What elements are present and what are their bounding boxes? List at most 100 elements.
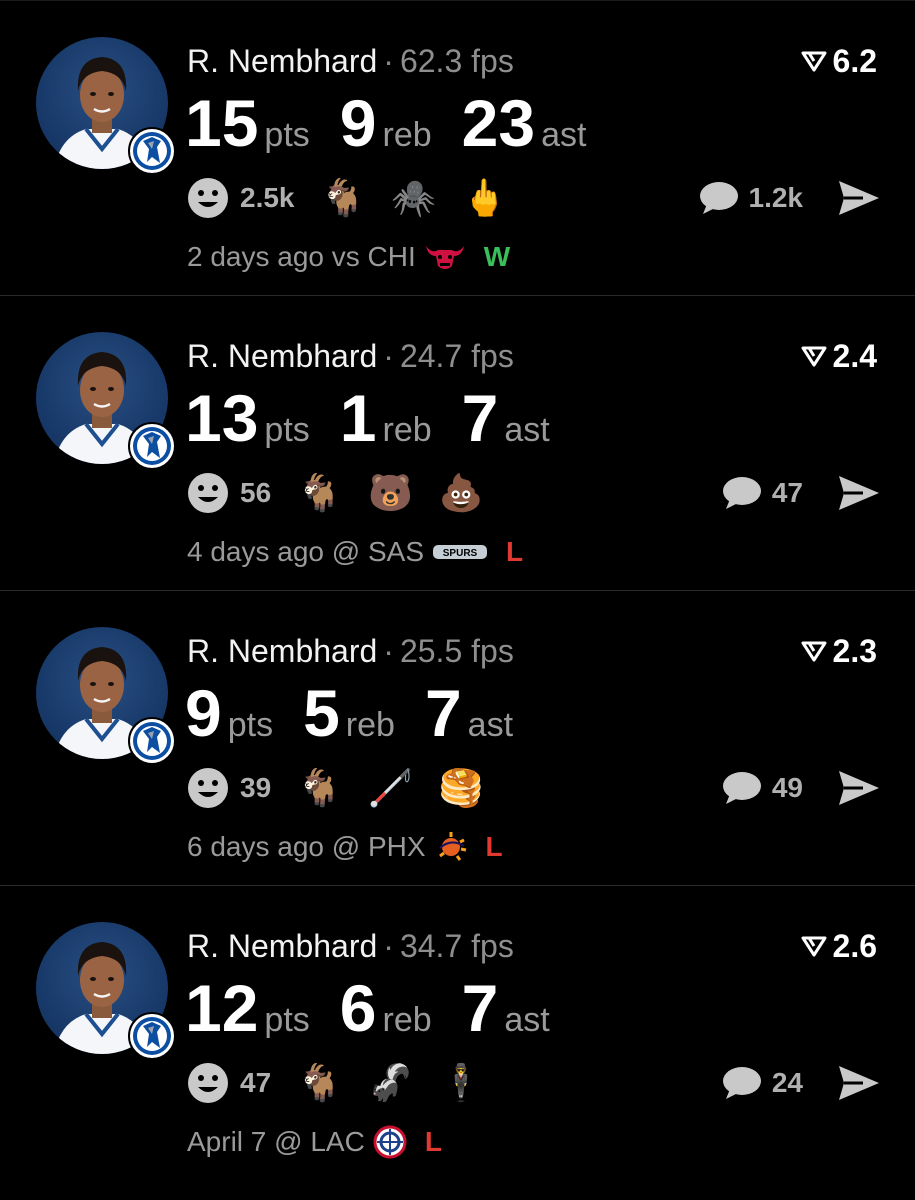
score-badge: 2.6 bbox=[801, 926, 877, 966]
fps-value: 25.5 fps bbox=[399, 633, 514, 669]
reaction-emoji-1[interactable]: 🐐 bbox=[297, 470, 342, 516]
score-chevron-icon bbox=[801, 936, 827, 957]
reaction-count: 2.5k bbox=[240, 182, 295, 213]
mavericks-logo-icon bbox=[128, 1012, 176, 1060]
post-header: R. Nembhard · 25.5 fps bbox=[187, 631, 514, 671]
rebounds-value: 1 bbox=[339, 381, 377, 455]
game-info[interactable]: 2 days ago vs CHI W bbox=[187, 237, 510, 277]
assists-label: ast bbox=[504, 411, 550, 449]
separator-dot: · bbox=[383, 633, 394, 669]
reaction-emoji-3[interactable]: 🖕 bbox=[462, 175, 507, 221]
reaction-emoji-1[interactable]: 🐐 bbox=[321, 175, 366, 221]
rebounds-label: reb bbox=[382, 116, 432, 154]
rebounds-value: 9 bbox=[339, 86, 377, 160]
post-actions: 49 bbox=[720, 765, 881, 811]
player-name[interactable]: R. Nembhard bbox=[187, 43, 377, 79]
reaction-count: 56 bbox=[240, 477, 272, 508]
points-value: 12 bbox=[185, 971, 259, 1045]
game-date-opponent: April 7 @ LAC bbox=[187, 1126, 365, 1157]
assists-value: 7 bbox=[424, 676, 462, 750]
smiley-icon[interactable] bbox=[186, 1061, 230, 1105]
mavericks-logo-icon bbox=[128, 127, 176, 175]
bulls-logo-icon bbox=[424, 242, 466, 272]
player-name[interactable]: R. Nembhard bbox=[187, 633, 377, 669]
rebounds-label: reb bbox=[345, 706, 395, 744]
reaction-emoji-1[interactable]: 🐐 bbox=[297, 1060, 342, 1106]
rebounds-value: 5 bbox=[303, 676, 340, 750]
game-card[interactable]: R. Nembhard · 62.3 fps 6.2 15 pts 9 reb 23 as… bbox=[0, 0, 915, 295]
assists-value: 7 bbox=[461, 971, 499, 1045]
reaction-count: 39 bbox=[240, 772, 272, 803]
points-label: pts bbox=[264, 116, 310, 154]
share-arrow-icon[interactable] bbox=[837, 474, 881, 512]
score-value: 2.3 bbox=[832, 633, 877, 669]
share-arrow-icon[interactable] bbox=[837, 179, 881, 217]
reactions-row: 2.5k 🐐 🕷️ 🖕 bbox=[186, 175, 533, 221]
comment-count: 24 bbox=[771, 1067, 803, 1098]
rebounds-label: reb bbox=[382, 411, 432, 449]
player-name[interactable]: R. Nembhard bbox=[187, 338, 377, 374]
clippers-logo-icon bbox=[373, 1125, 407, 1159]
score-chevron-icon bbox=[801, 641, 827, 662]
reaction-emoji-2[interactable]: 🦯 bbox=[368, 765, 413, 811]
mavericks-logo-icon bbox=[128, 717, 176, 765]
comment-bubble-icon[interactable] bbox=[697, 180, 739, 216]
game-result: W bbox=[483, 241, 511, 272]
score-value: 2.6 bbox=[832, 928, 877, 964]
score-chevron-icon bbox=[801, 346, 827, 367]
assists-value: 23 bbox=[461, 86, 536, 160]
game-date-opponent: 4 days ago @ SAS bbox=[187, 536, 425, 567]
smiley-icon[interactable] bbox=[186, 176, 230, 220]
reactions-row: 56 🐐 🐻 💩 bbox=[186, 470, 510, 516]
game-info[interactable]: 6 days ago @ PHX L bbox=[187, 827, 503, 867]
reaction-emoji-3[interactable]: 🕴️ bbox=[439, 1060, 484, 1106]
score-badge: 2.4 bbox=[801, 336, 877, 376]
fps-value: 62.3 fps bbox=[399, 43, 514, 79]
game-result: L bbox=[506, 536, 524, 567]
points-value: 15 bbox=[185, 86, 259, 160]
post-header: R. Nembhard · 62.3 fps bbox=[187, 41, 514, 81]
comment-count: 47 bbox=[771, 477, 803, 508]
comment-bubble-icon[interactable] bbox=[720, 770, 762, 806]
reaction-emoji-1[interactable]: 🐐 bbox=[297, 765, 342, 811]
post-actions: 1.2k bbox=[697, 175, 882, 221]
points-value: 9 bbox=[185, 676, 222, 750]
game-card[interactable]: R. Nembhard · 34.7 fps 2.6 12 pts 6 reb 7 ast… bbox=[0, 885, 915, 1180]
smiley-icon[interactable] bbox=[186, 471, 230, 515]
score-chevron-icon bbox=[801, 51, 827, 72]
reactions-row: 39 🐐 🦯 🥞 bbox=[186, 765, 510, 811]
svg-text:SPURS: SPURS bbox=[443, 548, 478, 559]
post-actions: 24 bbox=[720, 1060, 881, 1106]
stat-line: 12 pts 6 reb 7 ast bbox=[185, 970, 580, 1046]
score-badge: 6.2 bbox=[801, 41, 877, 81]
player-name[interactable]: R. Nembhard bbox=[187, 928, 377, 964]
share-arrow-icon[interactable] bbox=[837, 769, 881, 807]
post-header: R. Nembhard · 24.7 fps bbox=[187, 336, 514, 376]
points-label: pts bbox=[264, 1001, 310, 1039]
game-card[interactable]: R. Nembhard · 25.5 fps 2.3 9 pts 5 reb 7 ast … bbox=[0, 590, 915, 885]
reaction-emoji-3[interactable]: 🥞 bbox=[439, 765, 484, 811]
reaction-emoji-2[interactable]: 🐻 bbox=[368, 470, 413, 516]
game-result: L bbox=[485, 831, 503, 862]
reaction-emoji-3[interactable]: 💩 bbox=[439, 470, 484, 516]
score-value: 2.4 bbox=[832, 338, 877, 374]
game-card[interactable]: R. Nembhard · 24.7 fps 2.4 13 pts 1 reb 7 ast… bbox=[0, 295, 915, 590]
game-info[interactable]: 4 days ago @ SAS SPURS L bbox=[187, 532, 523, 572]
separator-dot: · bbox=[383, 43, 394, 79]
rebounds-value: 6 bbox=[339, 971, 377, 1045]
game-date-opponent: 6 days ago @ PHX bbox=[187, 831, 426, 862]
points-label: pts bbox=[264, 411, 310, 449]
game-info[interactable]: April 7 @ LAC L bbox=[187, 1122, 442, 1162]
spurs-logo-icon: SPURS bbox=[432, 541, 488, 563]
smiley-icon[interactable] bbox=[186, 766, 230, 810]
share-arrow-icon[interactable] bbox=[837, 1064, 881, 1102]
comment-bubble-icon[interactable] bbox=[720, 475, 762, 511]
reaction-emoji-2[interactable]: 🦨 bbox=[368, 1060, 413, 1106]
assists-value: 7 bbox=[461, 381, 499, 455]
separator-dot: · bbox=[383, 338, 394, 374]
points-value: 13 bbox=[185, 381, 259, 455]
assists-label: ast bbox=[504, 1001, 550, 1039]
comment-bubble-icon[interactable] bbox=[720, 1065, 762, 1101]
reaction-emoji-2[interactable]: 🕷️ bbox=[391, 175, 436, 221]
reaction-count: 47 bbox=[240, 1067, 272, 1098]
